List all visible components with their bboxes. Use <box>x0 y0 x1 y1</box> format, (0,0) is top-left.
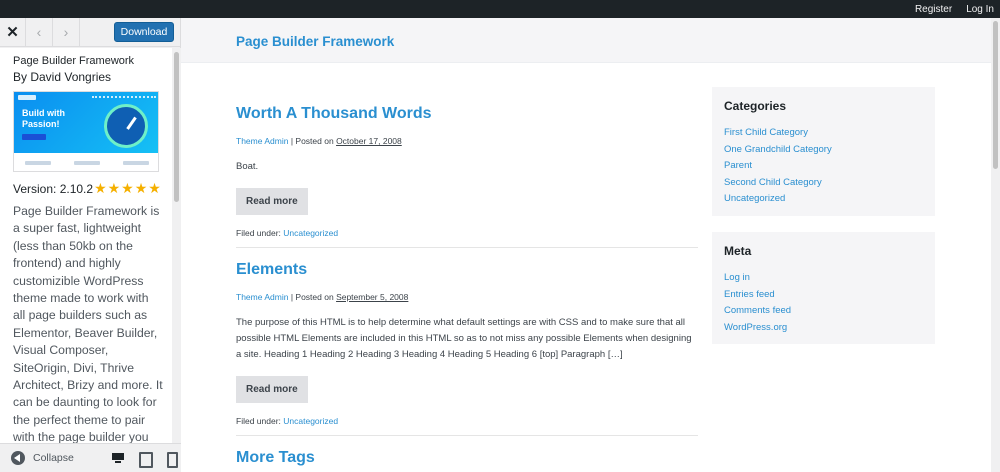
sidebar-scrollbar[interactable] <box>172 48 181 443</box>
star-rating-icon: ★★★★★ <box>94 180 162 196</box>
post-date[interactable]: September 5, 2008 <box>336 292 408 302</box>
post-excerpt: The purpose of this HTML is to help dete… <box>236 317 692 360</box>
download-button[interactable]: Download <box>114 22 174 42</box>
meta-list: Log in Entries feed Comments feed WordPr… <box>724 270 923 336</box>
widget-title: Meta <box>724 244 752 258</box>
widget-title: Categories <box>724 99 787 113</box>
category-link[interactable]: Parent <box>724 158 923 175</box>
register-link[interactable]: Register <box>915 4 952 15</box>
collapse-button[interactable]: Collapse <box>33 452 74 464</box>
screenshot-nav <box>18 95 156 101</box>
version-row: Version: 2.10.2 ★★★★★ <box>13 180 172 197</box>
post: More Tags <box>236 436 698 467</box>
post-author[interactable]: Theme Admin <box>236 136 288 146</box>
theme-description: Page Builder Framework is a super fast, … <box>13 204 163 443</box>
site-title[interactable]: Page Builder Framework <box>236 34 394 49</box>
preview-scrollbar-thumb[interactable] <box>993 21 998 169</box>
collapse-icon[interactable] <box>11 451 25 465</box>
category-link[interactable]: Uncategorized <box>283 228 338 238</box>
tablet-icon[interactable] <box>137 451 153 468</box>
read-more-button[interactable]: Read more <box>236 188 308 215</box>
post-categories: Filed under: Uncategorized <box>236 228 698 238</box>
screenshot-features <box>14 154 158 171</box>
theme-author: By David Vongries <box>13 70 112 84</box>
mobile-icon[interactable] <box>163 451 178 468</box>
posted-on-label: | Posted on <box>290 136 334 146</box>
posted-on-label: | Posted on <box>290 292 334 302</box>
theme-screenshot: Build with Passion! <box>13 91 159 172</box>
theme-preview-sidebar: ✕ ‹ › Download Page Builder Framework By… <box>0 18 181 472</box>
meta-link[interactable]: Entries feed <box>724 287 923 304</box>
preview-scrollbar[interactable] <box>991 18 1000 472</box>
login-link[interactable]: Log In <box>966 4 994 15</box>
speedometer-icon <box>104 104 148 148</box>
admin-bar-links: Register Log In <box>915 0 994 18</box>
post: Elements Theme Admin | Posted on Septemb… <box>236 248 698 436</box>
filed-under-label: Filed under: <box>236 228 281 238</box>
post-title[interactable]: More Tags <box>236 449 698 467</box>
desktop-icon[interactable] <box>111 451 125 465</box>
read-more-button[interactable]: Read more <box>236 376 308 403</box>
device-switcher <box>111 451 178 468</box>
theme-preview-frame: Page Builder Framework Worth A Thousand … <box>181 18 991 472</box>
site-header: Page Builder Framework <box>181 18 991 63</box>
screenshot-feature <box>73 161 100 165</box>
theme-version: Version: 2.10.2 <box>13 181 94 196</box>
category-link[interactable]: First Child Category <box>724 125 923 142</box>
post-excerpt: Boat. <box>236 161 259 172</box>
close-icon[interactable]: ✕ <box>0 18 26 46</box>
category-list: First Child Category One Grandchild Cate… <box>724 125 923 208</box>
meta-link[interactable]: Comments feed <box>724 303 923 320</box>
post-categories: Filed under: Uncategorized <box>236 416 698 426</box>
screenshot-button <box>22 134 46 140</box>
screenshot-headline-line2: Passion! <box>22 119 60 129</box>
admin-bar: Register Log In <box>0 0 1000 18</box>
screenshot-feature <box>122 161 149 165</box>
theme-details: Page Builder Framework By David Vongries… <box>0 48 172 443</box>
sidebar-scrollbar-thumb[interactable] <box>174 52 179 202</box>
next-theme-button[interactable]: › <box>53 18 80 46</box>
screenshot-headline: Build with Passion! <box>22 108 65 130</box>
screenshot-feature <box>25 161 52 165</box>
post-author[interactable]: Theme Admin <box>236 292 288 302</box>
filed-under-label: Filed under: <box>236 416 281 426</box>
sidebar-header: ✕ ‹ › Download <box>0 18 180 47</box>
post-meta: Theme Admin | Posted on September 5, 200… <box>236 292 698 302</box>
post-date[interactable]: October 17, 2008 <box>336 136 402 146</box>
category-link[interactable]: Uncategorized <box>724 191 923 208</box>
sidebar-footer: Collapse <box>0 443 181 472</box>
post-meta: Theme Admin | Posted on October 17, 2008 <box>236 136 698 146</box>
post-title[interactable]: Elements <box>236 261 698 279</box>
meta-widget: Meta Log in Entries feed Comments feed W… <box>712 232 935 345</box>
meta-link[interactable]: WordPress.org <box>724 320 923 337</box>
theme-name: Page Builder Framework <box>13 55 135 67</box>
screenshot-menu <box>92 96 156 99</box>
screenshot-headline-line1: Build with <box>22 108 65 118</box>
category-link[interactable]: Uncategorized <box>283 416 338 426</box>
post: Worth A Thousand Words Theme Admin | Pos… <box>236 63 698 248</box>
categories-widget: Categories First Child Category One Gran… <box>712 87 935 216</box>
meta-link[interactable]: Log in <box>724 270 923 287</box>
category-link[interactable]: One Grandchild Category <box>724 142 923 159</box>
post-list: Worth A Thousand Words Theme Admin | Pos… <box>236 63 698 467</box>
post-title[interactable]: Worth A Thousand Words <box>236 105 698 123</box>
screenshot-logo <box>18 95 36 100</box>
category-link[interactable]: Second Child Category <box>724 175 923 192</box>
previous-theme-button[interactable]: ‹ <box>26 18 53 46</box>
